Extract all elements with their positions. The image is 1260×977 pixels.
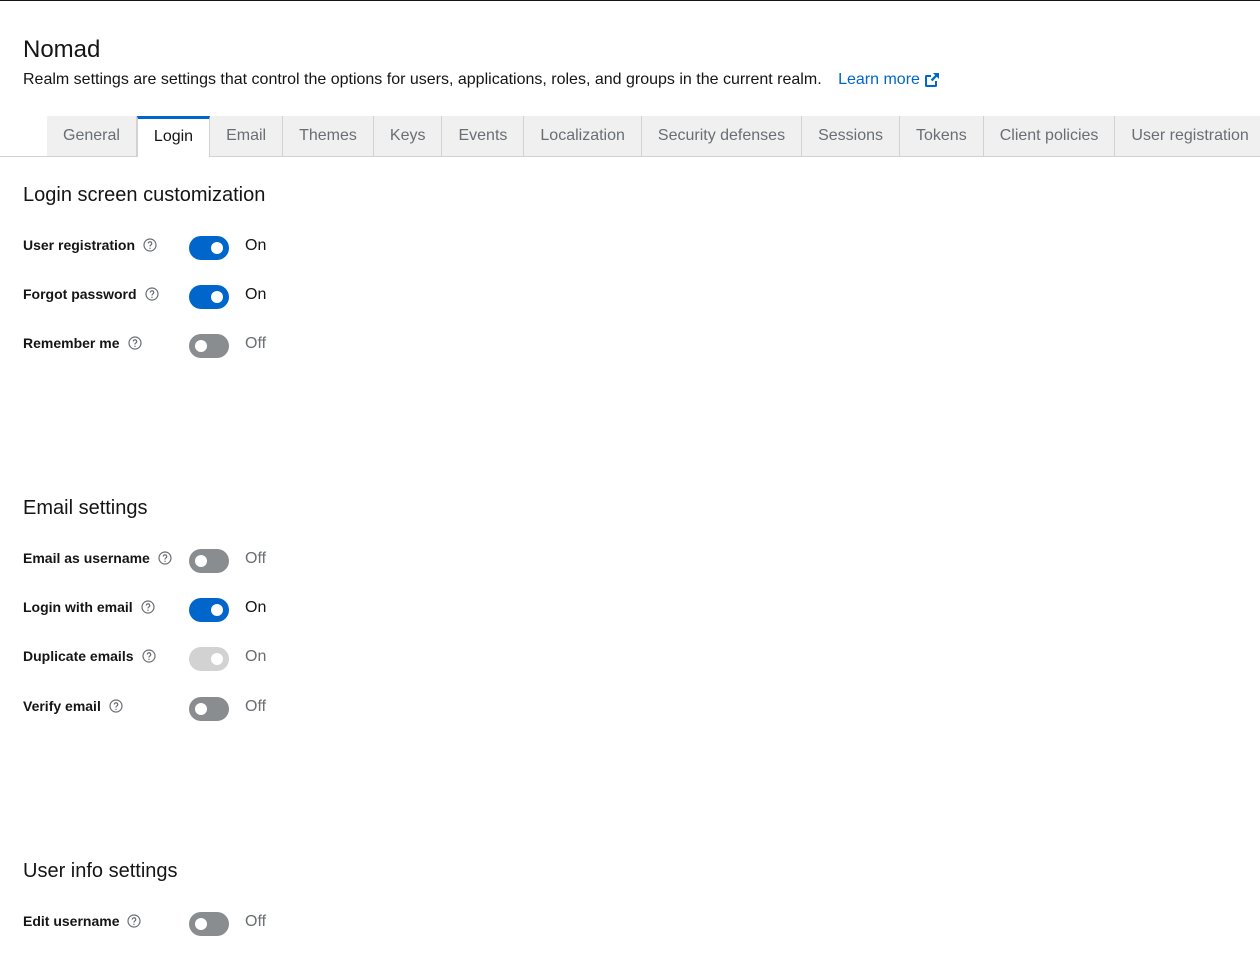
setting-label-text: User registration: [23, 237, 136, 253]
toggle-knob: [211, 653, 223, 665]
tab-label: Localization: [540, 127, 625, 144]
toggle-state-label: On: [245, 648, 267, 665]
login-with-email-toggle[interactable]: [189, 598, 229, 622]
external-link-icon: [924, 73, 939, 87]
forgot-password-toggle[interactable]: [189, 285, 229, 309]
help-icon[interactable]: [158, 551, 172, 565]
tab-label: Tokens: [916, 127, 967, 144]
tab-label: User registration: [1131, 127, 1249, 144]
toggle-knob: [211, 604, 223, 616]
toggle-knob: [195, 918, 207, 930]
toggle-state-label: On: [245, 599, 267, 616]
top-border: [0, 0, 1260, 1]
tab-events[interactable]: Events: [442, 116, 525, 156]
remember-me-toggle[interactable]: [189, 334, 229, 358]
help-icon[interactable]: [109, 699, 123, 713]
edit-username-toggle[interactable]: [189, 912, 229, 936]
tab-email[interactable]: Email: [210, 116, 284, 156]
setting-label-text: Edit username: [23, 913, 120, 929]
setting-label-text: Email as username: [23, 550, 150, 566]
setting-label-text: Verify email: [23, 698, 101, 714]
help-icon[interactable]: [127, 914, 142, 928]
help-icon[interactable]: [141, 649, 156, 663]
tab-keys[interactable]: Keys: [373, 116, 443, 156]
tab-login[interactable]: Login: [136, 116, 211, 157]
setting-label: Verify email: [23, 696, 123, 716]
setting-label-text: Duplicate emails: [23, 648, 134, 664]
setting-row-duplicate-emails: Duplicate emails On: [23, 646, 423, 672]
setting-row-email-as-username: Email as username Off: [23, 548, 423, 574]
toggle-state-label: Off: [245, 550, 267, 567]
page-title: Nomad: [23, 36, 101, 63]
verify-email-toggle[interactable]: [189, 697, 229, 721]
tab-label: Client policies: [999, 127, 1099, 144]
section-title-login-screen: Login screen customization: [23, 184, 266, 206]
toggle-knob: [195, 555, 207, 567]
setting-label: Remember me: [23, 333, 142, 353]
page-description: Realm settings are settings that control…: [23, 71, 940, 89]
tab-label: Email: [226, 127, 267, 144]
toggle-knob: [195, 703, 207, 715]
tab-user-registration[interactable]: User registration: [1115, 116, 1260, 156]
tab-client-policies[interactable]: Client policies: [983, 116, 1116, 156]
help-icon[interactable]: [144, 287, 159, 301]
tab-localization[interactable]: Localization: [524, 116, 642, 156]
setting-label-text: Forgot password: [23, 286, 137, 302]
tab-label: Sessions: [818, 127, 883, 144]
setting-label: Forgot password: [23, 284, 159, 304]
learn-more-label: Learn more: [838, 71, 920, 88]
setting-row-remember-me: Remember me Off: [23, 333, 423, 359]
setting-label: Login with email: [23, 597, 155, 617]
tab-label: Login: [153, 127, 194, 145]
tab-label: Security defenses: [657, 127, 786, 144]
setting-row-forgot-password: Forgot password On: [23, 284, 423, 310]
setting-row-verify-email: Verify email Off: [23, 696, 423, 722]
toggle-knob: [211, 242, 223, 254]
setting-label: Edit username: [23, 911, 142, 931]
tab-label: General: [63, 127, 120, 144]
setting-label: Email as username: [23, 548, 172, 568]
settings-tabs: General Login Email Themes Keys Events L…: [47, 116, 1260, 157]
toggle-state-label: On: [245, 286, 267, 303]
help-icon[interactable]: [141, 600, 155, 614]
email-as-username-toggle[interactable]: [189, 549, 229, 573]
setting-label-text: Remember me: [23, 335, 120, 351]
settings-tabs-bar: General Login Email Themes Keys Events L…: [0, 116, 1260, 157]
setting-label-text: Login with email: [23, 599, 133, 615]
learn-more-link[interactable]: Learn more: [838, 71, 940, 89]
tab-label: Events: [458, 127, 508, 144]
tab-themes[interactable]: Themes: [283, 116, 374, 156]
setting-label: User registration: [23, 235, 157, 255]
tab-general[interactable]: General: [47, 116, 137, 156]
section-title-email-settings: Email settings: [23, 497, 148, 519]
setting-row-user-registration: User registration On: [23, 235, 423, 261]
tab-security-defenses[interactable]: Security defenses: [641, 116, 803, 156]
section-title-user-info: User info settings: [23, 860, 178, 882]
duplicate-emails-toggle: [189, 647, 229, 671]
user-registration-toggle[interactable]: [189, 236, 229, 260]
toggle-state-label: Off: [245, 698, 267, 715]
help-icon[interactable]: [143, 238, 157, 252]
setting-label: Duplicate emails: [23, 646, 156, 666]
toggle-state-label: On: [245, 237, 267, 254]
tab-label: Themes: [299, 127, 357, 144]
tab-tokens[interactable]: Tokens: [900, 116, 984, 156]
description-text: Realm settings are settings that control…: [23, 71, 822, 88]
tab-label: Keys: [389, 127, 426, 144]
setting-row-edit-username: Edit username Off: [23, 911, 423, 937]
toggle-knob: [195, 340, 207, 352]
toggle-state-label: Off: [245, 913, 267, 930]
toggle-knob: [211, 291, 223, 303]
toggle-state-label: Off: [245, 335, 267, 352]
tab-sessions[interactable]: Sessions: [802, 116, 900, 156]
help-icon[interactable]: [127, 336, 142, 350]
setting-row-login-with-email: Login with email On: [23, 597, 423, 623]
